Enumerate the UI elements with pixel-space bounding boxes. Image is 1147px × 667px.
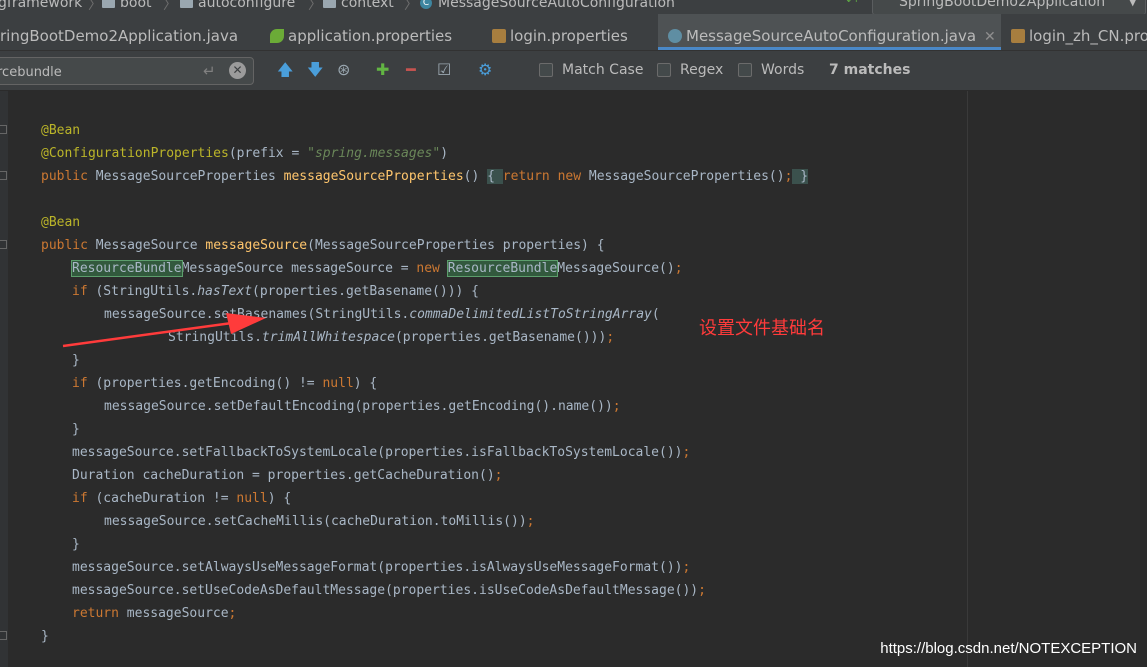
folder-icon bbox=[180, 0, 193, 8]
find-all-icon[interactable]: ⊛ bbox=[337, 61, 350, 79]
select-all-occurrences-icon[interactable]: ☑ bbox=[437, 61, 451, 79]
properties-file-icon bbox=[1011, 29, 1025, 43]
breadcrumb-item-gframework[interactable]: gframework bbox=[0, 0, 82, 11]
breadcrumb-item-autoconfigure[interactable]: autoconfigure bbox=[180, 0, 295, 11]
code-line-6: public MessageSource messageSource(Messa… bbox=[41, 238, 605, 253]
gear-icon[interactable]: ⚙ bbox=[478, 61, 492, 79]
navigation-breadcrumb: gframework 〉 boot 〉 autoconfigure 〉 cont… bbox=[0, 0, 1147, 14]
next-occurrence-icon[interactable]: 🡇 bbox=[307, 61, 323, 79]
code-line-22: return messageSource; bbox=[72, 606, 237, 621]
code-line-12: if (properties.getEncoding() != null) { bbox=[72, 376, 378, 391]
search-field: ↵ ✕ bbox=[0, 57, 254, 85]
code-line-7: ResourceBundleMessageSource messageSourc… bbox=[71, 260, 683, 277]
tab-messagesourceautoconfiguration[interactable]: MessageSourceAutoConfiguration.java ✕ bbox=[658, 14, 1001, 50]
watermark: https://blog.csdn.net/NOTEXCEPTION bbox=[880, 640, 1137, 657]
code-editor[interactable]: @Bean @ConfigurationProperties(prefix = … bbox=[0, 91, 967, 667]
code-line-23: } bbox=[41, 629, 49, 644]
fold-marker-icon[interactable] bbox=[0, 240, 7, 249]
search-input[interactable] bbox=[0, 61, 189, 83]
words-label: Words bbox=[761, 62, 805, 78]
code-line-17: if (cacheDuration != null) { bbox=[72, 491, 292, 506]
tab-login-properties[interactable]: login.properties bbox=[480, 14, 656, 50]
code-line-3: public MessageSourceProperties messageSo… bbox=[41, 169, 809, 184]
close-tab-icon[interactable]: ✕ bbox=[984, 29, 996, 45]
code-line-18: messageSource.setCacheMillis(cacheDurati… bbox=[104, 514, 535, 529]
words-checkbox[interactable] bbox=[738, 63, 752, 77]
run-configuration-dropdown[interactable]: SpringBootDemo2Application ▼ bbox=[872, 0, 1146, 14]
fold-marker-icon[interactable] bbox=[0, 631, 7, 640]
remove-occurrence-icon[interactable]: ━ bbox=[406, 61, 416, 79]
regex-label: Regex bbox=[680, 62, 724, 78]
breadcrumb-separator: 〉 bbox=[308, 0, 322, 13]
breadcrumb-item-context[interactable]: context bbox=[323, 0, 394, 11]
tab-springbootdemo2application[interactable]: ringBootDemo2Application.java bbox=[0, 14, 262, 50]
breadcrumb-separator: 〉 bbox=[404, 0, 418, 13]
match-case-label: Match Case bbox=[562, 62, 644, 78]
add-occurrence-icon[interactable]: ✚ bbox=[376, 61, 389, 79]
spring-icon bbox=[270, 29, 284, 43]
fold-marker-icon[interactable] bbox=[0, 171, 7, 180]
code-line-13: messageSource.setDefaultEncoding(propert… bbox=[104, 399, 621, 414]
regex-checkbox[interactable] bbox=[657, 63, 671, 77]
editor-tab-bar: ringBootDemo2Application.java applicatio… bbox=[0, 14, 1147, 51]
tab-login-zh-cn-properties[interactable]: login_zh_CN.pro bbox=[1003, 14, 1147, 50]
annotation-text: 设置文件基础名 bbox=[699, 318, 825, 339]
code-line-14: } bbox=[72, 422, 80, 437]
properties-file-icon bbox=[492, 29, 506, 43]
code-line-19: } bbox=[72, 537, 80, 552]
class-icon: C bbox=[420, 0, 432, 9]
enter-icon[interactable]: ↵ bbox=[203, 62, 216, 80]
previous-occurrence-icon[interactable]: 🡅 bbox=[277, 61, 293, 79]
code-line-15: messageSource.setFallbackToSystemLocale(… bbox=[72, 445, 691, 460]
folder-icon bbox=[102, 0, 115, 8]
code-line-9: messageSource.setBasenames(StringUtils.c… bbox=[104, 307, 660, 322]
code-line-10: StringUtils.trimAllWhitespace(properties… bbox=[168, 330, 615, 345]
code-line-21: messageSource.setUseCodeAsDefaultMessage… bbox=[72, 583, 706, 598]
fold-marker-icon[interactable] bbox=[0, 125, 7, 134]
code-line-2: @ConfigurationProperties(prefix = "sprin… bbox=[41, 146, 449, 161]
match-case-checkbox[interactable] bbox=[539, 63, 553, 77]
search-match-highlight: ResourceBundle bbox=[446, 260, 559, 277]
clear-icon[interactable]: ✕ bbox=[229, 62, 246, 79]
tab-application-properties[interactable]: application.properties bbox=[262, 14, 478, 50]
editor-right-margin bbox=[967, 91, 1147, 667]
breadcrumb-item-boot[interactable]: boot bbox=[102, 0, 152, 11]
code-line-20: messageSource.setAlwaysUseMessageFormat(… bbox=[72, 560, 691, 575]
find-toolbar: ↵ ✕ 🡅 🡇 ⊛ ✚ ━ ☑ ⚙ Match Case Regex Words… bbox=[0, 51, 1147, 91]
match-count: 7 matches bbox=[829, 62, 911, 78]
breadcrumb-separator: 〉 bbox=[163, 0, 177, 13]
code-line-1: @Bean bbox=[41, 123, 81, 138]
code-line-8: if (StringUtils.hasText(properties.getBa… bbox=[72, 284, 480, 299]
java-class-icon bbox=[668, 29, 682, 43]
search-match-highlight: ResourceBundle bbox=[71, 260, 183, 277]
code-line-11: } bbox=[72, 353, 80, 368]
code-line-5: @Bean bbox=[41, 215, 81, 230]
breadcrumb-item-class[interactable]: C MessageSourceAutoConfiguration bbox=[420, 0, 675, 11]
breadcrumb-separator: 〉 bbox=[88, 0, 102, 13]
code-line-16: Duration cacheDuration = properties.getC… bbox=[72, 468, 503, 483]
folder-icon bbox=[323, 0, 336, 8]
chevron-down-icon: ▼ bbox=[1128, 0, 1137, 8]
vcs-update-icon[interactable]: ↓↑ bbox=[845, 0, 860, 5]
